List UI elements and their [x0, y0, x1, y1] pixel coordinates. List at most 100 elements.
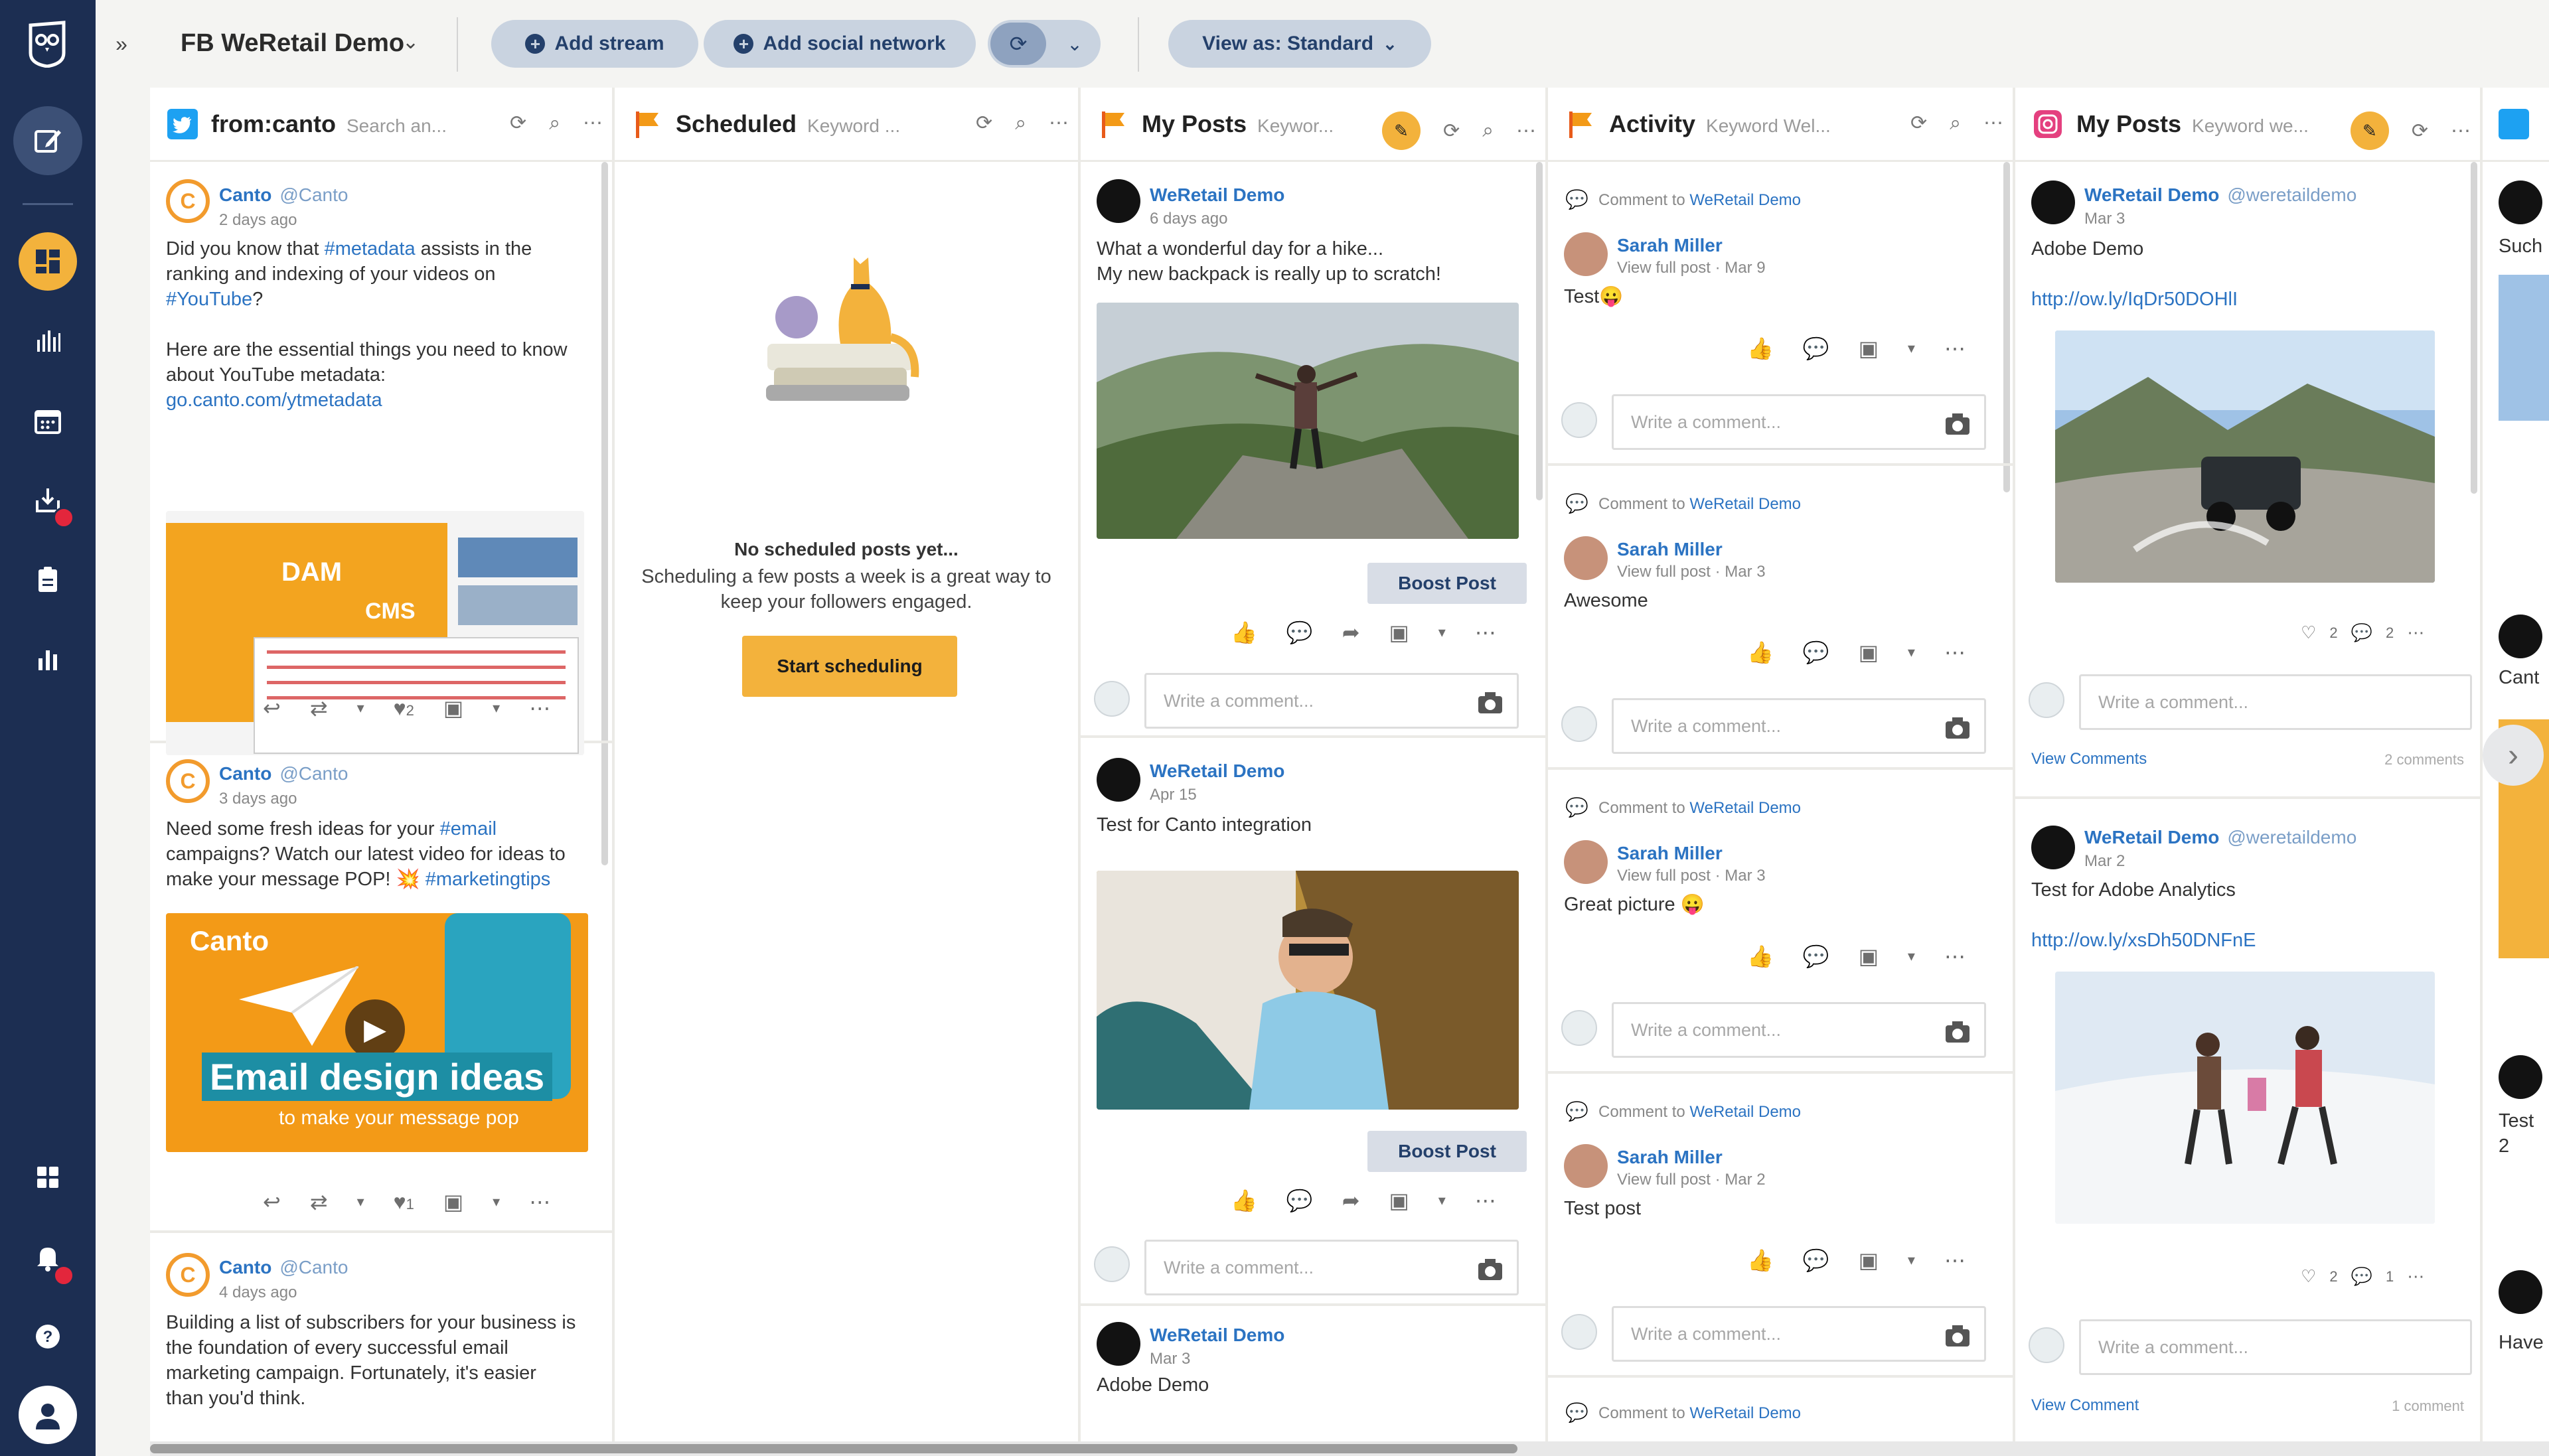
- snow-family-photo[interactable]: [2055, 972, 2435, 1224]
- camera-icon[interactable]: [1944, 1019, 1971, 1045]
- canto-avatar[interactable]: C: [166, 1253, 210, 1297]
- refresh-options-button[interactable]: ⌄: [1051, 23, 1098, 65]
- chevron-down-icon[interactable]: ▾: [1908, 644, 1915, 661]
- more-icon[interactable]: ⋯: [2407, 622, 2424, 643]
- comment-input[interactable]: Write a comment...: [1144, 1240, 1519, 1295]
- post-time[interactable]: 2 days ago: [219, 211, 297, 230]
- planner-nav-button[interactable]: [19, 392, 77, 450]
- view-full-post-link[interactable]: View full post: [1617, 563, 1711, 581]
- more-icon[interactable]: ⋯: [1475, 620, 1496, 645]
- streams-nav-button[interactable]: [19, 232, 77, 291]
- reply-icon[interactable]: 💬: [1803, 336, 1829, 361]
- heart-icon[interactable]: ♡: [2301, 622, 2316, 643]
- camera-icon[interactable]: [1944, 715, 1971, 741]
- more-icon[interactable]: ⋯: [1944, 640, 1966, 665]
- profile-avatar[interactable]: [19, 1386, 77, 1444]
- apps-nav-button[interactable]: [19, 1148, 77, 1206]
- comment-input[interactable]: Write a comment...: [1612, 1306, 1986, 1362]
- reply-icon[interactable]: 💬: [1803, 640, 1829, 665]
- author-name[interactable]: Canto @Canto: [219, 1257, 348, 1278]
- avatar[interactable]: [2499, 1055, 2542, 1099]
- post-time[interactable]: 6 days ago: [1150, 210, 1227, 228]
- more-icon[interactable]: ⋯: [2407, 1266, 2424, 1287]
- like-icon[interactable]: ♥2: [394, 696, 414, 721]
- chevron-down-icon[interactable]: ⌄: [402, 31, 419, 54]
- view-comments-link[interactable]: View Comments: [2031, 750, 2147, 768]
- comment-icon[interactable]: 💬: [2351, 1266, 2372, 1287]
- avatar[interactable]: [2499, 615, 2542, 658]
- reply-icon[interactable]: ↩: [263, 695, 281, 721]
- comment-input[interactable]: Write a comment...: [1612, 698, 1986, 754]
- reports-nav-button[interactable]: [19, 630, 77, 689]
- compose-badge-icon[interactable]: ✎: [1382, 111, 1421, 150]
- chevron-down-icon[interactable]: ▾: [1908, 340, 1915, 357]
- commenter-name[interactable]: Sarah Miller: [1617, 843, 1723, 864]
- weretail-avatar[interactable]: [1097, 1322, 1140, 1366]
- hootsuite-owl-logo[interactable]: [28, 20, 66, 68]
- url-link[interactable]: http://ow.ly/IqDr50DOHlI: [2031, 287, 2238, 312]
- more-icon[interactable]: ⋯: [1475, 1188, 1496, 1213]
- post-time[interactable]: Mar 2: [2084, 852, 2125, 871]
- sarah-miller-avatar[interactable]: [1564, 536, 1608, 580]
- author-name[interactable]: WeRetail Demo @weretaildemo: [2084, 184, 2356, 206]
- help-nav-button[interactable]: ?: [19, 1307, 77, 1366]
- assign-icon[interactable]: ▣: [1859, 336, 1879, 361]
- canto-avatar[interactable]: C: [166, 179, 210, 223]
- sarah-miller-avatar[interactable]: [1564, 232, 1608, 276]
- assign-icon[interactable]: ▣: [443, 695, 463, 721]
- chevron-down-icon[interactable]: ▾: [493, 1193, 500, 1210]
- reply-icon[interactable]: 💬: [1803, 1248, 1829, 1273]
- post-time[interactable]: Mar 3: [2084, 210, 2125, 228]
- assign-icon[interactable]: ▣: [1859, 640, 1879, 665]
- url-link[interactable]: go.canto.com/ytmetadata: [166, 390, 382, 411]
- scroll-right-button[interactable]: ›: [2483, 725, 2544, 786]
- assignments-nav-button[interactable]: [19, 551, 77, 609]
- refresh-icon[interactable]: ⟳: [1910, 111, 1927, 135]
- post-time[interactable]: 4 days ago: [219, 1283, 297, 1302]
- comment-input[interactable]: Write a comment...: [1612, 394, 1986, 450]
- more-icon[interactable]: ⋯: [1049, 111, 1069, 135]
- sarah-miller-avatar[interactable]: [1564, 1144, 1608, 1188]
- hiker-mountain-photo[interactable]: [1097, 303, 1519, 539]
- heart-icon[interactable]: ♡: [2301, 1266, 2316, 1287]
- search-icon[interactable]: ⌕: [549, 112, 560, 135]
- weretail-avatar[interactable]: [1097, 758, 1140, 802]
- more-icon[interactable]: ⋯: [1944, 1248, 1966, 1273]
- horizontal-scrollbar-thumb[interactable]: [150, 1444, 1517, 1453]
- stream-title[interactable]: Activity Keyword Wel...: [1609, 110, 1831, 138]
- stream-title[interactable]: Scheduled Keyword ...: [676, 110, 900, 138]
- view-as-dropdown[interactable]: View as: Standard ⌄: [1168, 20, 1431, 68]
- comment-input[interactable]: Write a comment...: [1144, 673, 1519, 729]
- play-button-icon[interactable]: ▶: [345, 999, 405, 1059]
- camera-icon[interactable]: [1944, 411, 1971, 437]
- start-scheduling-button[interactable]: Start scheduling: [742, 636, 957, 697]
- hashtag-link[interactable]: #email: [440, 818, 497, 839]
- add-social-network-button[interactable]: + Add social network: [704, 20, 976, 68]
- more-icon[interactable]: ⋯: [529, 695, 550, 721]
- avatar[interactable]: [2499, 181, 2542, 224]
- horizontal-scrollbar[interactable]: [150, 1441, 2549, 1456]
- chevron-down-icon[interactable]: ▾: [1438, 1192, 1446, 1209]
- weretail-avatar[interactable]: [1097, 179, 1140, 223]
- boost-post-button[interactable]: Boost Post: [1367, 563, 1527, 604]
- hiker-backpack-photo[interactable]: [1097, 871, 1519, 1110]
- camera-icon[interactable]: [1477, 1256, 1504, 1283]
- search-icon[interactable]: ⌕: [1482, 119, 1494, 142]
- view-full-post-link[interactable]: View full post: [1617, 259, 1711, 277]
- page-link[interactable]: WeRetail Demo: [1689, 1404, 1801, 1422]
- post-image[interactable]: [2499, 275, 2549, 421]
- compose-badge-icon[interactable]: ✎: [2350, 111, 2389, 150]
- post-time[interactable]: Apr 15: [1150, 786, 1197, 804]
- chevron-down-icon[interactable]: ▾: [357, 1193, 364, 1210]
- canto-avatar[interactable]: C: [166, 759, 210, 803]
- comment-icon[interactable]: 💬: [1286, 1188, 1313, 1213]
- reply-icon[interactable]: ↩: [263, 1189, 281, 1214]
- comment-input[interactable]: Write a comment...: [2079, 1319, 2472, 1375]
- weretail-avatar[interactable]: [2031, 181, 2075, 224]
- retweet-icon[interactable]: ⇄: [310, 695, 328, 721]
- share-icon[interactable]: ➦: [1342, 620, 1360, 645]
- post-time[interactable]: 3 days ago: [219, 790, 297, 808]
- more-icon[interactable]: ⋯: [2451, 119, 2471, 143]
- assign-icon[interactable]: ▣: [1859, 1248, 1879, 1273]
- dashboard-title[interactable]: FB WeRetail Demo: [181, 29, 404, 58]
